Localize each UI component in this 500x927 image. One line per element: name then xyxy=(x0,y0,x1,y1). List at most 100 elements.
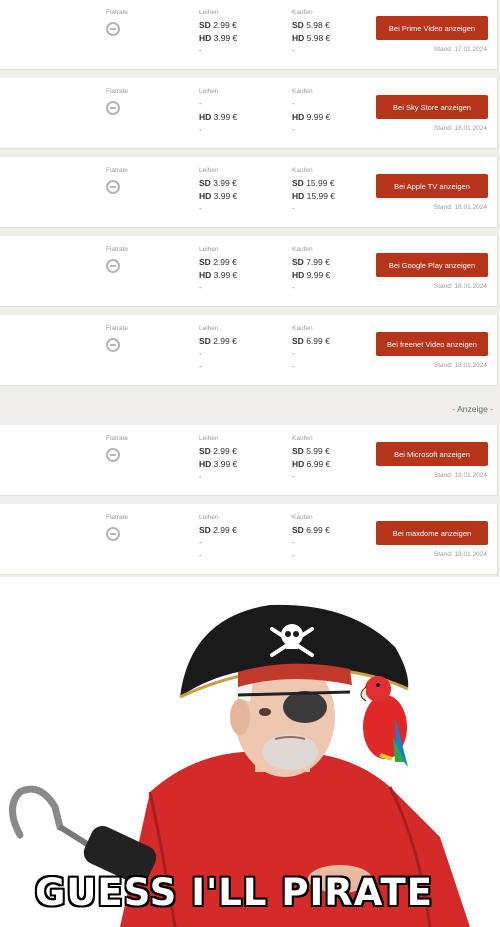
buy-sd-price: - xyxy=(292,99,295,108)
price-value: 3.99 € xyxy=(213,178,237,188)
buy-hd-price: HD 6.99 € xyxy=(292,459,330,469)
rent-hd-price: HD 3.99 € xyxy=(199,112,237,122)
offer-card: Flatrate Leihen Kaufen SD 2.99 € - - SD 6.99 €… xyxy=(0,504,498,575)
hook-icon xyxy=(9,785,64,839)
parrot xyxy=(360,676,408,767)
price-value: 9.99 € xyxy=(306,112,331,122)
rent-label: Leihen xyxy=(199,246,219,253)
price-date: Stand: 18.01.2024 xyxy=(433,362,487,369)
rent-extra: - xyxy=(199,46,202,55)
quality-label: SD xyxy=(199,446,211,456)
quality-label: SD xyxy=(292,178,304,188)
quality-label: SD xyxy=(292,20,304,30)
offer-card: Flatrate Leihen Kaufen SD 3.99 € HD 3.99 € - S… xyxy=(0,157,498,228)
price-value: 2.99 € xyxy=(213,525,237,535)
price-value: 6.99 € xyxy=(306,336,330,346)
flatrate-label: Flatrate xyxy=(106,167,129,174)
provider-link-button[interactable]: Bei Microsoft anzeigen xyxy=(376,442,488,466)
rent-extra: - xyxy=(199,283,202,292)
rent-extra: - xyxy=(199,204,202,213)
quality-label: HD xyxy=(199,270,212,280)
buy-extra: - xyxy=(292,472,295,481)
price-value: 3.99 € xyxy=(213,191,238,201)
price-value: 2.99 € xyxy=(213,257,237,267)
not-available-icon xyxy=(106,22,120,36)
provider-link-button[interactable]: Bei Google Play anzeigen xyxy=(376,253,488,277)
price-value: 3.99 € xyxy=(213,459,238,469)
buy-hd-price: HD 5.98 € xyxy=(292,33,330,43)
price-value: 5.98 € xyxy=(306,20,330,30)
buy-extra: - xyxy=(292,551,295,560)
price-value: 3.99 € xyxy=(213,33,238,43)
provider-link-button[interactable]: Bei Sky Store anzeigen xyxy=(376,95,488,119)
buy-hd-price: HD 15.99 € xyxy=(292,191,335,201)
price-date: Stand: 17.01.2024 xyxy=(433,46,487,53)
price-value: 3.99 € xyxy=(213,112,238,122)
quality-label: HD xyxy=(292,191,305,201)
not-available-icon xyxy=(106,259,120,273)
rent-hd-price: - xyxy=(199,538,202,547)
rent-label: Leihen xyxy=(199,514,219,521)
buy-hd-price: HD 9.99 € xyxy=(292,270,330,280)
buy-label: Kaufen xyxy=(292,246,313,253)
price-value: 2.99 € xyxy=(213,446,237,456)
rent-hd-price: - xyxy=(199,349,202,358)
buy-extra: - xyxy=(292,204,295,213)
rent-extra: - xyxy=(199,551,202,560)
meme-caption: GUESS I'LL PIRATE xyxy=(35,871,433,914)
rent-sd-price: SD 2.99 € xyxy=(199,446,237,456)
buy-extra: - xyxy=(292,125,295,134)
ad-label: - Anzeige - xyxy=(452,404,493,414)
price-value: 15.99 € xyxy=(306,191,336,201)
not-available-icon xyxy=(106,527,120,541)
flatrate-label: Flatrate xyxy=(106,246,129,253)
buy-sd-price: SD 6.99 € xyxy=(292,336,330,346)
flatrate-label: Flatrate xyxy=(106,9,129,16)
price-date: Stand: 18.01.2024 xyxy=(433,551,487,558)
buy-sd-price: SD 15.99 € xyxy=(292,178,335,188)
offer-card: Flatrate Leihen Kaufen - HD 3.99 € - - HD 9.99 … xyxy=(0,78,498,149)
price-value: 6.99 € xyxy=(306,459,331,469)
buy-extra: - xyxy=(292,283,295,292)
buy-hd-price: - xyxy=(292,538,295,547)
offer-card: Flatrate Leihen Kaufen SD 2.99 € HD 3.99 € - S… xyxy=(0,0,498,70)
quality-label: SD xyxy=(292,446,304,456)
not-available-icon xyxy=(106,101,120,115)
quality-label: SD xyxy=(292,336,304,346)
provider-link-button[interactable]: Bei Prime Video anzeigen xyxy=(376,16,488,40)
quality-label: HD xyxy=(199,112,212,122)
price-date: Stand: 18.01.2024 xyxy=(433,125,487,132)
provider-link-button[interactable]: Bei maxdome anzeigen xyxy=(376,521,488,545)
price-value: 5.98 € xyxy=(306,33,331,43)
price-date: Stand: 18.01.2024 xyxy=(433,204,487,211)
quality-label: SD xyxy=(199,336,211,346)
rent-sd-price: SD 2.99 € xyxy=(199,525,237,535)
flatrate-label: Flatrate xyxy=(106,325,129,332)
price-value: 7.99 € xyxy=(306,257,330,267)
rent-sd-price: SD 2.99 € xyxy=(199,336,237,346)
buy-label: Kaufen xyxy=(292,514,313,521)
price-value: 2.99 € xyxy=(213,20,237,30)
buy-hd-price: HD 9.99 € xyxy=(292,112,330,122)
buy-sd-price: SD 7.99 € xyxy=(292,257,330,267)
rent-sd-price: - xyxy=(199,99,202,108)
quality-label: HD xyxy=(199,33,212,43)
quality-label: SD xyxy=(199,178,211,188)
buy-hd-price: - xyxy=(292,349,295,358)
price-date: Stand: 18.01.2024 xyxy=(433,283,487,290)
buy-label: Kaufen xyxy=(292,325,313,332)
provider-link-button[interactable]: Bei freenet Video anzeigen xyxy=(376,332,488,356)
rent-hd-price: HD 3.99 € xyxy=(199,270,237,280)
rent-hd-price: HD 3.99 € xyxy=(199,191,237,201)
rent-label: Leihen xyxy=(199,435,219,442)
quality-label: SD xyxy=(199,20,211,30)
provider-link-button[interactable]: Bei Apple TV anzeigen xyxy=(376,174,488,198)
offer-card: Flatrate Leihen Kaufen SD 2.99 € - - SD 6.99 €… xyxy=(0,315,498,386)
rent-label: Leihen xyxy=(199,88,219,95)
buy-extra: - xyxy=(292,46,295,55)
price-value: 15.99 € xyxy=(306,178,335,188)
meme-image: GUESS I'LL PIRATE xyxy=(0,577,500,927)
quality-label: SD xyxy=(199,525,211,535)
buy-sd-price: SD 5.99 € xyxy=(292,446,330,456)
quality-label: SD xyxy=(292,525,304,535)
